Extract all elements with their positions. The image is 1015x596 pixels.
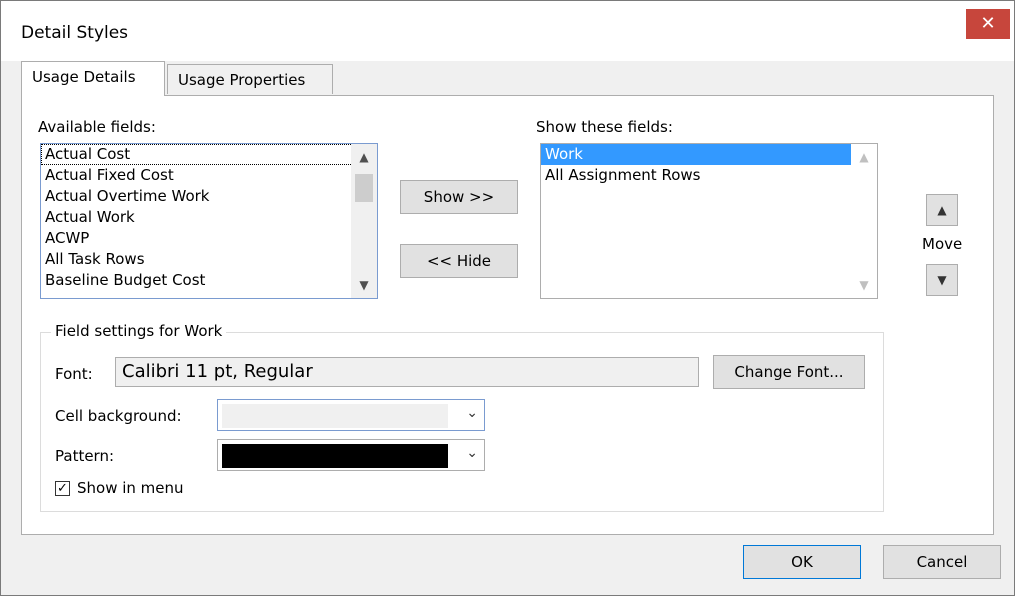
tab-label: Usage Properties [178, 71, 306, 89]
show-button-label: Show >> [423, 188, 495, 206]
list-item[interactable]: Actual Overtime Work [41, 186, 377, 207]
font-label: Font: [55, 365, 93, 383]
cell-background-dropdown[interactable]: ⌄ [217, 399, 485, 431]
pattern-swatch [222, 444, 448, 468]
hide-button[interactable]: << Hide [400, 244, 518, 278]
cell-background-swatch [222, 404, 448, 428]
move-down-button[interactable]: ▼ [926, 264, 958, 296]
scroll-thumb[interactable] [355, 174, 373, 202]
hide-button-label: << Hide [426, 252, 492, 270]
list-item[interactable]: Actual Work [41, 207, 377, 228]
chevron-down-icon: ⌄ [466, 445, 478, 461]
show-in-menu-label: Show in menu [77, 479, 184, 497]
show-fields-scrollbar[interactable]: ▲ ▼ [851, 144, 877, 298]
show-fields-listbox[interactable]: Work All Assignment Rows ▲ ▼ [540, 143, 878, 299]
chevron-down-icon: ⌄ [466, 405, 478, 421]
close-icon: ✕ [980, 13, 996, 34]
cell-background-label: Cell background: [55, 407, 182, 425]
scroll-down-icon[interactable]: ▼ [351, 274, 377, 296]
show-fields-label: Show these fields: [536, 118, 673, 136]
list-item[interactable]: Actual Cost [41, 144, 377, 165]
title-bar: Detail Styles ✕ [1, 1, 1014, 61]
detail-styles-dialog: Detail Styles ✕ Usage Details Usage Prop… [0, 0, 1015, 596]
checkmark-icon: ✓ [57, 481, 68, 496]
pattern-dropdown[interactable]: ⌄ [217, 439, 485, 471]
cancel-button[interactable]: Cancel [883, 545, 1001, 579]
list-item[interactable]: Work [541, 144, 877, 165]
move-label: Move [922, 235, 963, 253]
show-button[interactable]: Show >> [400, 180, 518, 214]
font-value: Calibri 11 pt, Regular [122, 361, 313, 382]
list-item[interactable]: Actual Fixed Cost [41, 165, 377, 186]
list-item[interactable]: All Task Rows [41, 249, 377, 270]
ok-label: OK [791, 553, 813, 571]
field-settings-title: Field settings for Work [51, 322, 227, 340]
scroll-up-icon[interactable]: ▲ [851, 146, 877, 168]
cancel-label: Cancel [916, 553, 968, 571]
show-in-menu-checkbox[interactable]: ✓ [55, 481, 70, 496]
available-fields-scrollbar[interactable]: ▲ ▼ [351, 144, 377, 298]
tab-panel-usage-details: Available fields: Actual Cost Actual Fix… [21, 95, 994, 535]
triangle-up-icon: ▲ [937, 203, 947, 217]
change-font-button[interactable]: Change Font... [713, 355, 865, 389]
tab-usage-properties[interactable]: Usage Properties [167, 64, 333, 94]
dialog-title: Detail Styles [21, 23, 129, 43]
scroll-down-icon[interactable]: ▼ [851, 274, 877, 296]
list-item[interactable]: ACWP [41, 228, 377, 249]
field-settings-group: Field settings for Work Font: Calibri 11… [40, 322, 884, 512]
available-fields-listbox[interactable]: Actual Cost Actual Fixed Cost Actual Ove… [40, 143, 378, 299]
pattern-label: Pattern: [55, 447, 115, 465]
list-item[interactable]: Baseline Budget Cost [41, 270, 377, 291]
available-fields-label: Available fields: [38, 118, 156, 136]
triangle-down-icon: ▼ [937, 273, 947, 287]
scroll-up-icon[interactable]: ▲ [351, 146, 377, 168]
ok-button[interactable]: OK [743, 545, 861, 579]
list-item[interactable]: All Assignment Rows [541, 165, 877, 186]
tab-usage-details[interactable]: Usage Details [21, 61, 165, 96]
close-button[interactable]: ✕ [966, 9, 1010, 39]
change-font-label: Change Font... [734, 363, 844, 381]
move-up-button[interactable]: ▲ [926, 194, 958, 226]
font-field: Calibri 11 pt, Regular [115, 357, 699, 387]
tab-label: Usage Details [32, 68, 136, 86]
